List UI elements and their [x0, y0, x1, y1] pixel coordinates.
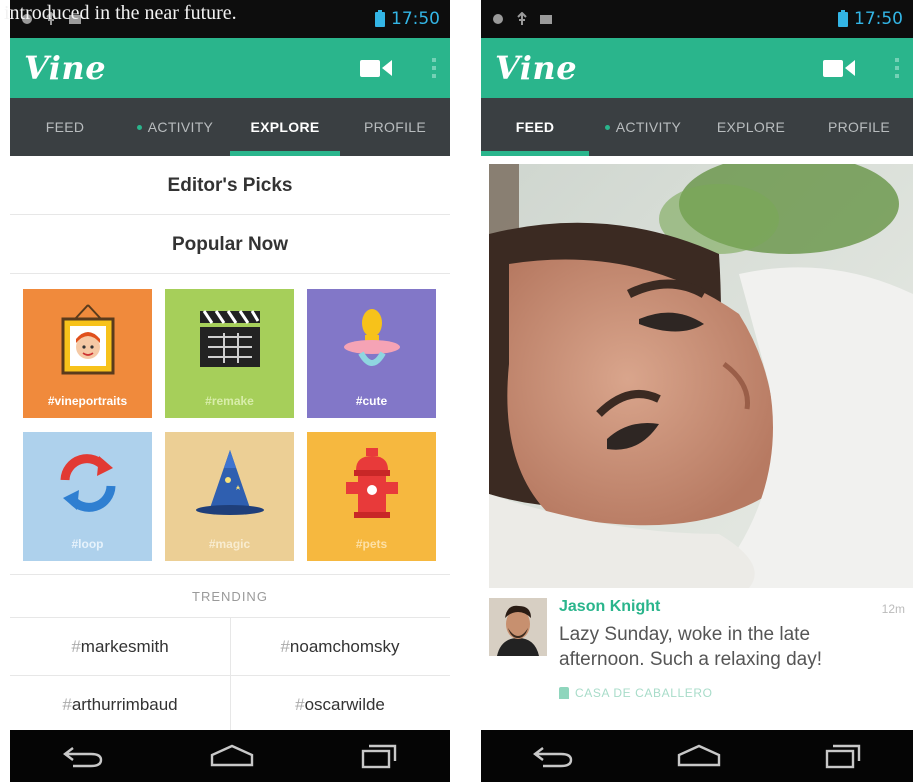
feed-post: Jason Knight 12m Lazy Sunday, woke in th…: [489, 596, 913, 716]
tile-magic[interactable]: #magic: [165, 432, 294, 561]
clapperboard-icon: [199, 310, 260, 367]
vine-logo: Vine: [495, 49, 578, 87]
home-icon[interactable]: [675, 743, 723, 769]
tab-explore[interactable]: EXPLORE: [230, 98, 340, 156]
vine-logo: Vine: [24, 49, 107, 87]
tile-label: #pets: [355, 537, 388, 551]
avatar[interactable]: [489, 598, 547, 656]
trending-heading: TRENDING: [10, 574, 450, 618]
app-bar: Vine: [10, 38, 450, 98]
tab-profile[interactable]: PROFILE: [340, 98, 450, 156]
tile-pets[interactable]: #pets: [307, 432, 436, 561]
tile-vineportraits[interactable]: #vineportraits: [23, 289, 152, 418]
tile-cute[interactable]: #cute: [307, 289, 436, 418]
tab-bar: FEED ACTIVITY EXPLORE PROFILE: [10, 98, 450, 156]
post-caption: Lazy Sunday, woke in the late afternoon.…: [559, 624, 823, 670]
app-bar: Vine: [481, 38, 913, 98]
overflow-menu-icon[interactable]: [432, 58, 436, 78]
video-camera-icon[interactable]: [823, 59, 855, 77]
video-camera-icon[interactable]: [360, 59, 392, 77]
tab-feed[interactable]: FEED: [10, 98, 120, 156]
tile-label: #magic: [208, 537, 251, 551]
battery-icon: [838, 9, 848, 27]
loop-arrows-icon: [60, 454, 115, 512]
trending-tag-arthurrimbaud[interactable]: # arthurrimbaud: [10, 676, 230, 734]
recent-apps-icon[interactable]: [359, 743, 399, 769]
tab-profile[interactable]: PROFILE: [805, 98, 913, 156]
fire-hydrant-icon: [345, 448, 398, 518]
battery-icon: [375, 9, 385, 27]
tab-explore[interactable]: EXPLORE: [697, 98, 805, 156]
post-timestamp: 12m: [881, 602, 905, 616]
trending-tag-oscarwilde[interactable]: # oscarwilde: [230, 676, 450, 734]
back-icon[interactable]: [531, 744, 575, 768]
post-author[interactable]: Jason Knight: [559, 598, 660, 616]
tab-bar: FEED ACTIVITY EXPLORE PROFILE: [481, 98, 913, 156]
tab-feed[interactable]: FEED: [481, 98, 589, 156]
post-venue[interactable]: CASA DE CABALLERO: [559, 686, 713, 700]
trending-tag-markesmith[interactable]: # markesmith: [10, 618, 230, 676]
tile-label: #remake: [205, 394, 254, 408]
recent-apps-icon[interactable]: [823, 743, 863, 769]
android-debug-icon: [491, 12, 505, 26]
trending-divider: [230, 618, 231, 730]
tile-label: #vineportraits: [47, 394, 128, 408]
popular-now-row[interactable]: Popular Now: [10, 216, 450, 274]
usb-icon: [515, 11, 529, 26]
nav-bar: [10, 730, 450, 782]
tab-activity[interactable]: ACTIVITY: [120, 98, 230, 156]
mail-icon: [539, 12, 553, 26]
tile-label: #loop: [71, 537, 104, 551]
tile-remake[interactable]: #remake: [165, 289, 294, 418]
overflow-menu-icon[interactable]: [895, 58, 899, 78]
status-time: 17:50: [854, 9, 903, 29]
portrait-frame-icon: [61, 304, 114, 375]
tile-label: #cute: [355, 394, 388, 408]
trending-tag-noamchomsky[interactable]: # noamchomsky: [230, 618, 450, 676]
phone-explore-screen: 17:50 Vine FEED ACTIVITY EXPLORE PROFILE…: [10, 0, 450, 782]
status-time: 17:50: [391, 9, 440, 29]
status-bar: 17:50: [481, 0, 913, 38]
tab-activity[interactable]: ACTIVITY: [589, 98, 697, 156]
activity-dot-icon: [136, 124, 142, 130]
tile-loop[interactable]: #loop: [23, 432, 152, 561]
page-caption: introduced in the near future.: [4, 2, 237, 24]
wizard-hat-icon: [195, 450, 264, 515]
phone-feed-screen: 17:50 Vine FEED ACTIVITY EXPLORE PROFILE: [481, 0, 913, 782]
sleeping-woman-photo: [489, 164, 913, 588]
home-icon[interactable]: [208, 743, 256, 769]
activity-dot-icon: [604, 124, 610, 130]
video-thumbnail[interactable]: [489, 164, 913, 588]
venue-icon: [559, 687, 569, 699]
pacifier-icon: [343, 309, 400, 366]
nav-bar: [481, 730, 913, 782]
back-icon[interactable]: [61, 744, 105, 768]
editors-picks-row[interactable]: Editor's Picks: [10, 157, 450, 215]
